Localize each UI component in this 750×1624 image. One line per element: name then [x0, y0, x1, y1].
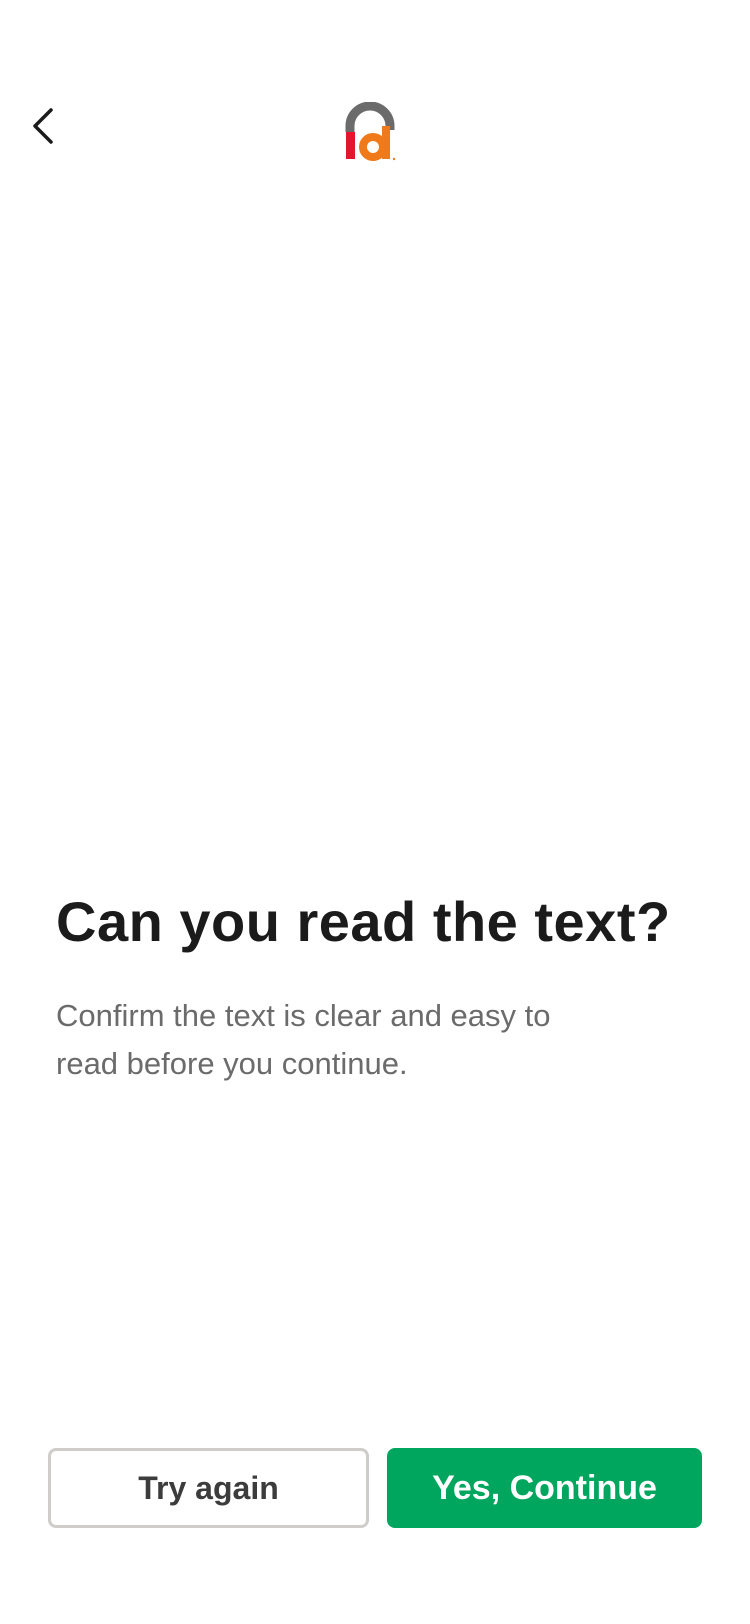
content: Can you read the text? Confirm the text … [56, 890, 716, 1088]
back-button[interactable] [20, 100, 68, 152]
header [0, 90, 750, 182]
screen: Can you read the text? Confirm the text … [0, 0, 750, 1624]
action-bar: Try again Yes, Continue [48, 1448, 702, 1528]
continue-button[interactable]: Yes, Continue [387, 1448, 702, 1528]
id-logo-icon [345, 102, 396, 161]
page-subtitle: Confirm the text is clear and easy to re… [56, 998, 551, 1082]
chevron-left-icon [33, 108, 53, 144]
try-again-button[interactable]: Try again [48, 1448, 369, 1528]
page-title: Can you read the text? [56, 890, 671, 953]
